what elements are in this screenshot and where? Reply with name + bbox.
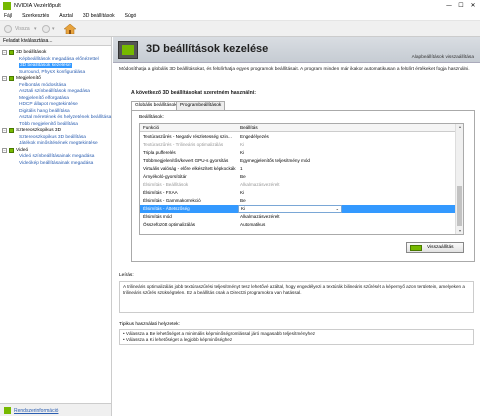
tree-item-multi-display[interactable]: Több megjelenítő beállítása: [19, 122, 78, 127]
table-row[interactable]: Textúraszűrés - Trilineáris optimalizálá…: [140, 141, 456, 149]
tree-item-manage-3d[interactable]: 3D beállítások kezelése: [19, 63, 72, 68]
title-bar: NVIDIA Vezérlőpult — ☐ ✕: [0, 0, 480, 12]
chevron-down-icon: ⌄: [335, 206, 339, 211]
dropdown-value: Ki: [241, 206, 246, 211]
tree-item-video-image[interactable]: Videókép beállításainak megadása: [19, 161, 93, 166]
back-button-label[interactable]: Vissza: [15, 24, 30, 34]
tree-item-digital-audio[interactable]: Digitális hang beállítása: [19, 109, 70, 114]
task-pane-header: Feladat kiválasztása...: [0, 37, 112, 46]
tree-cat-video[interactable]: Videó: [16, 148, 28, 153]
window-title: NVIDIA Vezérlőpult: [14, 3, 61, 9]
forward-dropdown-icon[interactable]: ▾: [52, 24, 55, 34]
tree-item-image-settings[interactable]: Képbeállítások megadása előnézettel: [19, 57, 99, 62]
forward-arrow-icon[interactable]: [42, 25, 50, 33]
back-arrow-icon[interactable]: [4, 25, 12, 33]
grid-scrollbar[interactable]: ▴ ▾: [455, 124, 463, 234]
menu-bar: Fájl Szerkesztés Asztal 3D beállítások Súgó: [0, 12, 480, 21]
tree-item-surround-physx[interactable]: Surround, PhysX konfigurálása: [19, 70, 85, 75]
collapse-icon[interactable]: −: [2, 128, 7, 133]
usage-item: • Válassza a Ki lehetőséget a legjobb ké…: [123, 337, 233, 342]
category-display-icon: [9, 76, 14, 81]
system-info-link[interactable]: Rendszerinformáció: [14, 408, 58, 414]
description-box: A trilineáris optimalizálás jobb textúra…: [119, 281, 474, 313]
menu-3d-settings[interactable]: 3D beállítások: [83, 12, 115, 21]
tree-item-video-color[interactable]: Videó színbeállításainak megadása: [19, 154, 94, 159]
header-feature: Funkció: [143, 125, 160, 130]
table-row[interactable]: Élsimítás - Beállítások Alkalmazásvezérel…: [140, 181, 456, 189]
maximize-button[interactable]: ☐: [456, 2, 466, 10]
nvidia-logo-icon: [410, 245, 422, 251]
usage-box: • Válassza a Be lehetőséget a minimális …: [119, 329, 474, 345]
table-row[interactable]: Tripla pufferelés Ki: [140, 149, 456, 157]
collapse-icon[interactable]: −: [2, 50, 7, 55]
tree-cat-3d-settings[interactable]: 3D beállítások: [16, 50, 46, 55]
setting-dropdown[interactable]: Ki ⌄: [238, 205, 342, 213]
settings-grid: Funkció Beállítás Textúraszűrés - Negatí…: [139, 123, 464, 235]
toolbar: Vissza ▾ ▾: [0, 21, 480, 37]
description-title: Leírás:: [119, 273, 134, 278]
grid-header: Funkció Beállítás: [140, 124, 456, 132]
table-row[interactable]: Virtuális valóság - előre elkészített ké…: [140, 165, 456, 173]
table-row[interactable]: Összefüzött optimalizálás Automatikus: [140, 221, 456, 229]
table-row[interactable]: Textúraszűrés - Negatív részletesség szi…: [140, 133, 456, 141]
tree-item-game-ratings[interactable]: Játékok minősítésének megtekintése: [19, 141, 98, 146]
menu-edit[interactable]: Szerkesztés: [22, 12, 49, 21]
menu-help[interactable]: Súgó: [125, 12, 137, 21]
scroll-up-icon[interactable]: ▴: [456, 124, 463, 130]
menu-desktop[interactable]: Asztal: [59, 12, 73, 21]
settings-label: Beállítások:: [139, 115, 164, 120]
tree-item-hdcp[interactable]: HDCP állapot megtekintése: [19, 102, 78, 107]
category-stereo-icon: [9, 128, 14, 133]
usage-title: Tipikus használati helyzetek:: [119, 322, 180, 327]
tree-item-resolution[interactable]: Felbontás módosítása: [19, 83, 66, 88]
table-row[interactable]: Élsimítás mód Alkalmazásvezérelt: [140, 213, 456, 221]
tree-item-stereo-setup[interactable]: Sztereoszkopikus 3D beállítása: [19, 135, 86, 140]
table-row[interactable]: Élsimítás - FXAA Ki: [140, 189, 456, 197]
restore-button-label: Visszaállítás: [427, 245, 454, 250]
menu-file[interactable]: Fájl: [4, 12, 12, 21]
restore-button[interactable]: Visszaállítás: [406, 242, 464, 253]
page-title: 3D beállítások kezelése: [146, 43, 269, 55]
scroll-down-icon[interactable]: ▾: [456, 228, 463, 234]
main-content: 3D beállítások kezelése Alapbeállítások …: [113, 37, 480, 416]
page-banner: 3D beállítások kezelése Alapbeállítások …: [113, 37, 480, 63]
table-row[interactable]: Élsimítás - Gammakorrekció Be: [140, 197, 456, 205]
tab-program-settings[interactable]: Programbeállítások: [176, 101, 226, 110]
home-icon[interactable]: [64, 24, 76, 34]
collapse-icon[interactable]: −: [2, 76, 7, 81]
tab-panel: Beállítások: Funkció Beállítás Textúrasz…: [131, 110, 475, 262]
restore-defaults-link[interactable]: Alapbeállítások visszaállítása: [412, 55, 474, 60]
nvidia-logo-icon: [3, 2, 11, 10]
3d-settings-icon: [118, 41, 138, 59]
category-3d-icon: [9, 50, 14, 55]
scrollbar-thumb[interactable]: [457, 186, 462, 226]
back-dropdown-icon[interactable]: ▾: [34, 24, 37, 34]
page-description: Módosíthatja a globális 3D beállításokat…: [119, 67, 470, 72]
collapse-icon[interactable]: −: [2, 147, 7, 153]
tree-cat-stereo[interactable]: Sztereoszkopikus 3D: [16, 128, 61, 133]
section-title: A következő 3D beállításokat szeretném h…: [131, 90, 256, 96]
minimize-button[interactable]: —: [444, 2, 454, 10]
header-setting: Beállítás: [240, 125, 258, 130]
tree-item-desktop-color[interactable]: Asztali színbeállítások megadása: [19, 89, 90, 94]
system-info-bar: Rendszerinformáció: [0, 403, 112, 416]
system-info-icon: [4, 407, 11, 414]
table-row-selected[interactable]: Élsimítás - Áttetszőség Ki ⌄: [140, 205, 456, 213]
tree-item-desktop-size[interactable]: Asztal méretének és helyzetének beállítá…: [19, 115, 111, 120]
table-row[interactable]: Árnyékoló-gyorsítótár Be: [140, 173, 456, 181]
tree-item-rotate[interactable]: Megjelenítő elforgatása: [19, 96, 69, 101]
category-video-icon: [9, 147, 14, 153]
table-row[interactable]: Többmegjelenítős/kevert GPU-s gyorsítás E…: [140, 157, 456, 165]
tree-cat-display[interactable]: Megjelenítő: [16, 76, 41, 81]
close-button[interactable]: ✕: [468, 2, 478, 10]
task-tree: − 3D beállítások Képbeállítások megadása…: [0, 46, 112, 403]
